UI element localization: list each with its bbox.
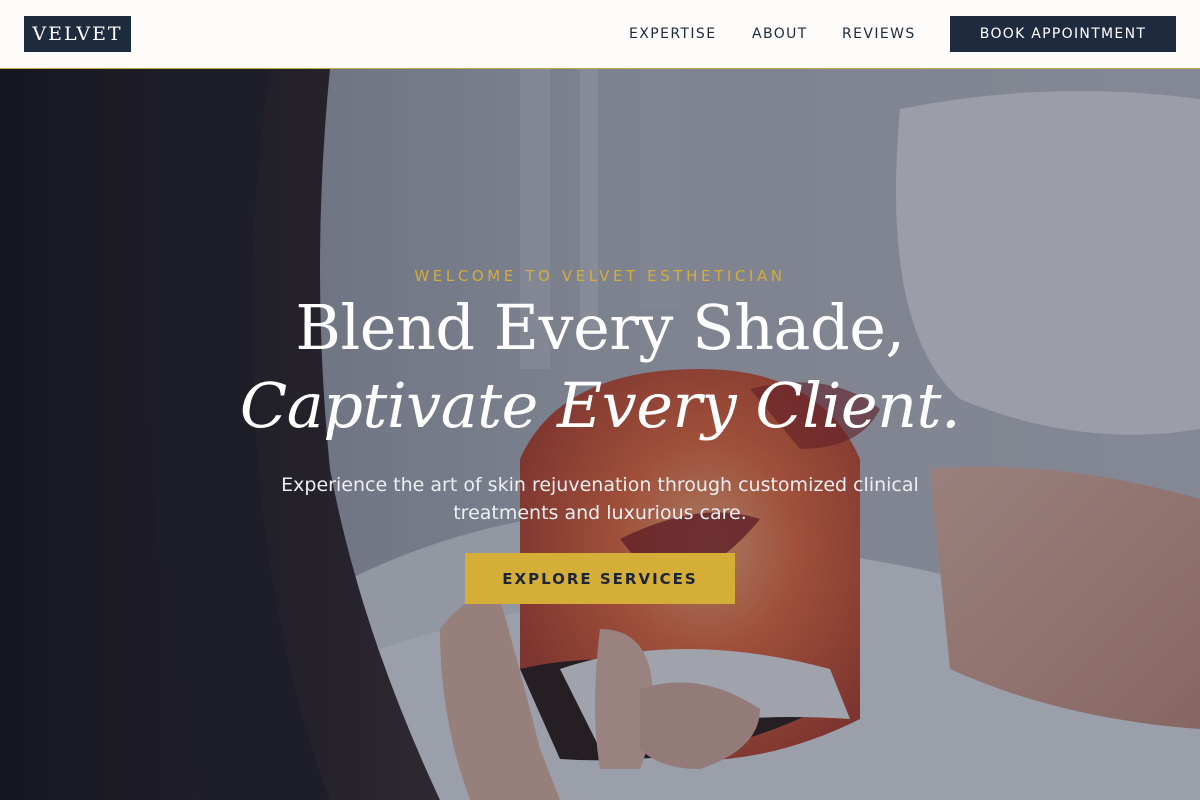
site-header: VELVET EXPERTISE ABOUT REVIEWS BOOK APPO… — [0, 0, 1200, 69]
hero-subtitle: Experience the art of skin rejuvenation … — [281, 474, 919, 524]
book-appointment-button[interactable]: BOOK APPOINTMENT — [950, 16, 1176, 52]
hero-title-line-2: Captivate Every Client. — [239, 369, 961, 442]
hero-eyebrow: WELCOME TO VELVET ESTHETICIAN — [414, 267, 786, 285]
hero-section: WELCOME TO VELVET ESTHETICIAN Blend Ever… — [0, 69, 1200, 800]
nav-link-expertise[interactable]: EXPERTISE — [629, 16, 716, 52]
nav-link-about[interactable]: ABOUT — [752, 16, 808, 52]
hero-title-line-1: Blend Every Shade, — [295, 291, 905, 364]
nav-link-reviews[interactable]: REVIEWS — [842, 16, 916, 52]
explore-services-button[interactable]: EXPLORE SERVICES — [465, 553, 735, 604]
